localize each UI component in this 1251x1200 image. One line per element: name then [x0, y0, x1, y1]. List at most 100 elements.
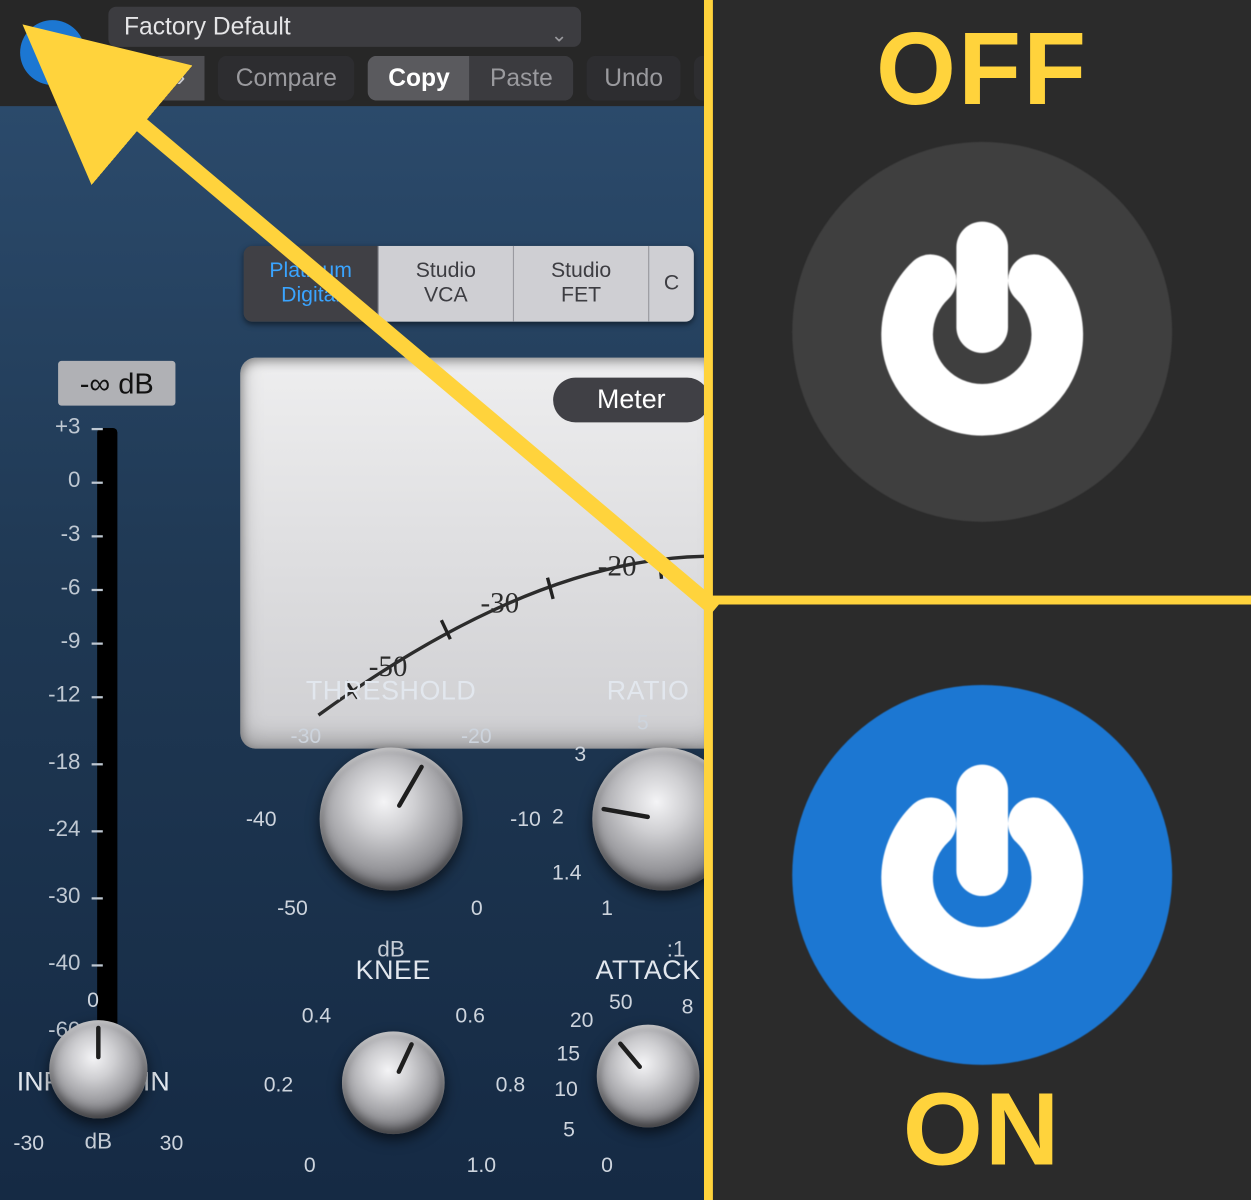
- on-panel: ON: [713, 605, 1251, 1200]
- input-gain-knob[interactable]: [49, 1020, 147, 1118]
- tick-label: 30: [160, 1132, 184, 1157]
- scale-label: -3: [29, 522, 80, 548]
- tick-label: 0.2: [264, 1074, 294, 1099]
- scale-tick: [92, 830, 103, 832]
- mode-label: Platinum: [269, 259, 352, 283]
- scale-tick: [92, 643, 103, 645]
- scale-label: -18: [29, 750, 80, 776]
- scale-tick: [92, 897, 103, 899]
- mode-label: Digital: [281, 284, 340, 308]
- tick-label: 0.4: [302, 1005, 332, 1030]
- ratio-label: RATIO: [548, 676, 704, 707]
- power-off-example: [792, 141, 1172, 521]
- paste-button[interactable]: Paste: [470, 56, 573, 101]
- attack-label: ATTACK: [548, 955, 704, 986]
- tick-label: 1.0: [467, 1154, 497, 1179]
- mode-studio-vca[interactable]: Studio VCA: [379, 246, 514, 322]
- off-panel: OFF: [713, 0, 1251, 596]
- ratio-knob[interactable]: [592, 748, 704, 891]
- scale-tick: [92, 482, 103, 484]
- scale-tick: [92, 763, 103, 765]
- tick-label: 8: [682, 996, 694, 1021]
- gain-readout: -∞ dB: [58, 361, 175, 406]
- tick-label: -30: [13, 1132, 44, 1157]
- svg-text:-30: -30: [480, 587, 519, 619]
- power-icon: [34, 34, 72, 72]
- topbar-controls: ‹ › Compare Copy Paste Undo Re: [108, 56, 704, 101]
- compare-button[interactable]: Compare: [218, 56, 355, 101]
- copy-button[interactable]: Copy: [368, 56, 470, 101]
- tick-label: -50: [277, 897, 308, 922]
- scale-label: +3: [29, 415, 80, 441]
- undo-button[interactable]: Undo: [586, 56, 681, 101]
- meter-button[interactable]: Meter: [553, 378, 704, 423]
- knee-knob[interactable]: [342, 1031, 445, 1134]
- mode-extra[interactable]: C: [649, 246, 694, 322]
- tick-label: -20: [461, 725, 492, 750]
- preset-name: Factory Default: [124, 12, 291, 40]
- scale-label: -40: [29, 951, 80, 977]
- mode-label: C: [664, 272, 679, 296]
- plugin-topbar: Factory Default ⌄ ‹ › Compare Copy Paste…: [0, 0, 704, 106]
- plugin-body: Platinum Digital Studio VCA Studio FET C…: [0, 106, 704, 1200]
- on-label: ON: [903, 1072, 1062, 1189]
- plugin-window: Factory Default ⌄ ‹ › Compare Copy Paste…: [0, 0, 704, 1200]
- power-state-comparison: OFF ON: [713, 0, 1251, 1200]
- attack-knob[interactable]: [597, 1025, 700, 1128]
- tick-label: -10: [510, 808, 541, 833]
- unit-label: ms: [603, 1195, 704, 1200]
- redo-button[interactable]: Re: [694, 56, 704, 101]
- tick-label: 0: [304, 1154, 316, 1179]
- scale-label: -30: [29, 884, 80, 910]
- tick-label: 5: [563, 1119, 575, 1144]
- power-on-example: [792, 684, 1172, 1064]
- scale-tick: [92, 696, 103, 698]
- scale-tick: [92, 964, 103, 966]
- tick-label: 1.4: [552, 862, 582, 887]
- tick-label: 0.8: [496, 1074, 526, 1099]
- tick-label: 2: [552, 806, 564, 831]
- prev-preset-button[interactable]: ‹: [108, 56, 155, 101]
- mode-label: Studio: [416, 259, 476, 283]
- tick-label: 3: [574, 743, 586, 768]
- threshold-knob[interactable]: [320, 748, 463, 891]
- power-icon: [865, 214, 1100, 449]
- scale-tick: [92, 535, 103, 537]
- mode-label: Studio: [551, 259, 611, 283]
- tick-label: 10: [554, 1078, 578, 1103]
- gain-slider[interactable]: [97, 428, 117, 1043]
- tick-label: -30: [291, 725, 322, 750]
- preset-dropdown[interactable]: Factory Default ⌄: [108, 7, 581, 47]
- scale-tick: [92, 428, 103, 430]
- threshold-label: THRESHOLD: [257, 676, 525, 707]
- scale-tick: [92, 589, 103, 591]
- off-label: OFF: [876, 11, 1088, 128]
- tick-label: 15: [556, 1043, 580, 1068]
- chevron-down-icon: ⌄: [551, 15, 568, 55]
- tick-label: 50: [609, 991, 633, 1016]
- tick-label: 1: [601, 897, 613, 922]
- next-preset-button[interactable]: ›: [158, 56, 205, 101]
- power-button[interactable]: [20, 20, 85, 85]
- tick-label: 0.6: [455, 1005, 485, 1030]
- tick-label: 0: [471, 897, 483, 922]
- mode-label: VCA: [424, 284, 468, 308]
- input-gain-strip: -∞ dB +30-3-6-9-12-18-24-30-40-60: [27, 361, 183, 1054]
- knee-label: KNEE: [270, 955, 516, 986]
- scale-label: -9: [29, 629, 80, 655]
- power-icon: [865, 757, 1100, 992]
- tick-label: 20: [570, 1009, 594, 1034]
- tick-label: -40: [246, 808, 277, 833]
- scale-label: -12: [29, 683, 80, 709]
- tick-label: 5: [637, 712, 649, 737]
- scale-label: -24: [29, 817, 80, 843]
- scale-label: 0: [29, 468, 80, 494]
- svg-text:-20: -20: [598, 550, 637, 582]
- mode-platinum-digital[interactable]: Platinum Digital: [244, 246, 379, 322]
- tick-label: 0: [87, 989, 99, 1014]
- tick-label: 0: [601, 1154, 613, 1179]
- mode-tabs: Platinum Digital Studio VCA Studio FET C: [244, 246, 694, 322]
- scale-label: -6: [29, 575, 80, 601]
- mode-studio-fet[interactable]: Studio FET: [514, 246, 649, 322]
- mode-label: FET: [561, 284, 601, 308]
